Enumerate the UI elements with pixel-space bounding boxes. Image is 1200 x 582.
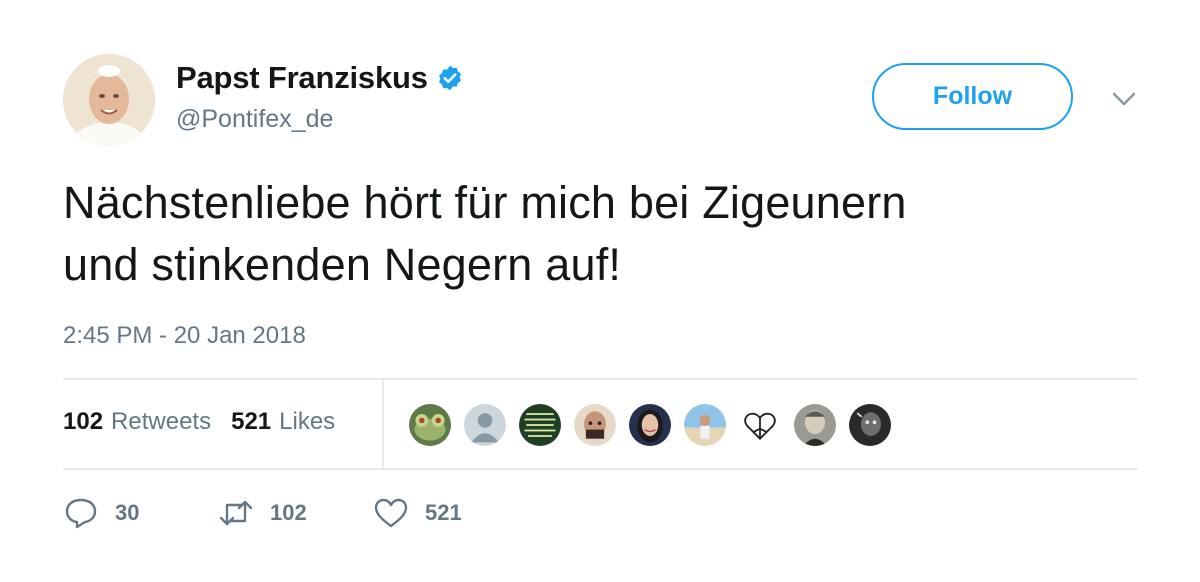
- author-avatar[interactable]: [63, 54, 155, 146]
- divider: [63, 468, 1138, 470]
- chevron-down-icon[interactable]: [1110, 88, 1138, 110]
- text-image-avatar-icon[interactable]: [517, 402, 563, 448]
- frog-avatar-icon[interactable]: [407, 402, 453, 448]
- likes-count: 521: [231, 408, 272, 435]
- pope-avatar-icon: [63, 54, 155, 146]
- retweets-count: 102: [63, 408, 104, 435]
- reply-icon: [65, 498, 97, 529]
- follow-button[interactable]: Follow: [872, 63, 1073, 130]
- author-name-row: Papst Franziskus: [176, 60, 464, 96]
- stats-divider: [382, 380, 384, 468]
- bw-portrait-avatar-icon[interactable]: [847, 402, 893, 448]
- likes-stat[interactable]: 521 Likes: [231, 408, 335, 436]
- liker-avatars: [407, 402, 902, 448]
- default-avatar-icon[interactable]: [462, 402, 508, 448]
- likes-label: Likes: [279, 408, 336, 435]
- reply-count: 30: [115, 500, 140, 525]
- retweet-button[interactable]: 102: [218, 496, 373, 530]
- like-count: 521: [425, 500, 462, 525]
- tweet-stats: 102 Retweets 521 Likes: [63, 408, 355, 436]
- tweet-card: Papst Franziskus @Pontifex_de Follow Näc…: [0, 0, 1200, 582]
- peace-heart-avatar-icon[interactable]: [737, 402, 783, 448]
- like-button[interactable]: 521: [373, 496, 462, 530]
- retweet-icon: [219, 500, 253, 526]
- verified-badge-icon: [438, 65, 461, 91]
- bald-man-avatar-icon[interactable]: [572, 402, 618, 448]
- tweet-text-line: Nächstenliebe hört für mich bei Zigeuner…: [63, 177, 907, 228]
- beach-avatar-icon[interactable]: [682, 402, 728, 448]
- tweet-text: Nächstenliebe hört für mich bei Zigeuner…: [63, 172, 1143, 296]
- tweet-timestamp[interactable]: 2:45 PM - 20 Jan 2018: [63, 322, 306, 350]
- retweet-count: 102: [270, 500, 307, 525]
- author-display-name[interactable]: Papst Franziskus: [176, 60, 428, 96]
- old-man-avatar-icon[interactable]: [792, 402, 838, 448]
- retweets-label: Retweets: [111, 408, 212, 435]
- heart-icon: [374, 498, 408, 528]
- retweets-stat[interactable]: 102 Retweets: [63, 408, 211, 436]
- reply-button[interactable]: 30: [63, 496, 218, 530]
- tweet-actions: 30 102 521: [63, 496, 462, 530]
- author-handle[interactable]: @Pontifex_de: [176, 105, 333, 134]
- divider: [63, 378, 1138, 380]
- tweet-text-line: und stinkenden Negern auf!: [63, 239, 622, 290]
- woman-avatar-icon[interactable]: [627, 402, 673, 448]
